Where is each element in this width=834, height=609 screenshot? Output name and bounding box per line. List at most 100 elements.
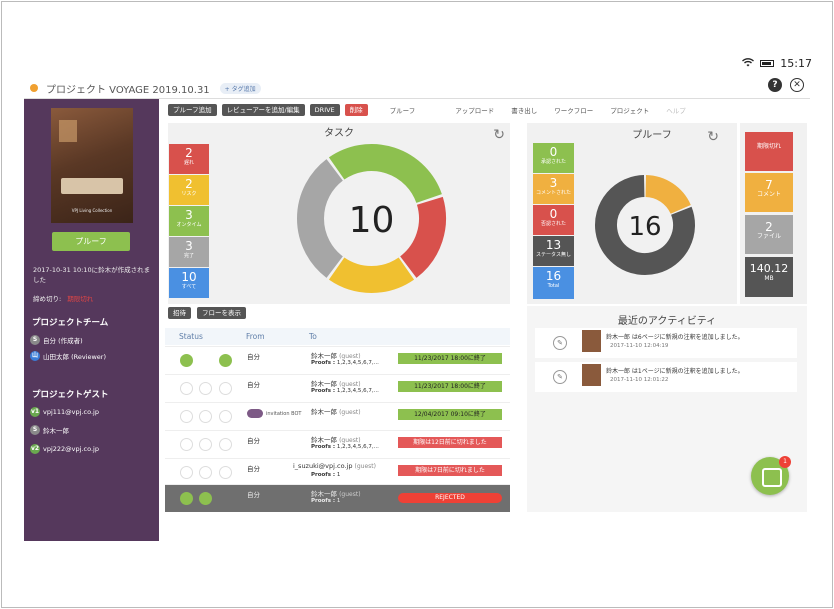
clock: 15:17	[780, 57, 812, 70]
chat-badge: 1	[779, 456, 791, 468]
column-status: Status	[179, 332, 203, 341]
refresh-icon[interactable]: ↻	[707, 129, 719, 145]
avatar: S	[30, 335, 40, 345]
activity-title: 最近のアクティビティ	[617, 316, 717, 327]
table-row[interactable]: 自分 i_suzuki@vpj.co.jp (guest) Proofs : 1…	[165, 458, 510, 485]
edit-icon	[199, 466, 212, 479]
menu-upload[interactable]: アップロード	[455, 105, 494, 115]
cover-caption: VPJ Living Collection	[71, 208, 113, 213]
task-stat-ontime[interactable]: 3 オンタイム	[169, 206, 209, 236]
table-header: Status From To	[165, 328, 510, 345]
table-row[interactable]: 自分 鈴木一郎 (guest) Proofs : 1,2,3,4,5,6,7,.…	[165, 374, 510, 401]
member-name: vpj111@vpj.co.jp	[43, 408, 99, 416]
activity-item[interactable]: ✎ 鈴木一郎 は1ページに新規の注釈を追加しました。 2017-11-10 12…	[535, 362, 797, 392]
add-proof-button[interactable]: プルーフ追加	[168, 104, 217, 116]
proof-stat-commented[interactable]: 3 コメントされた	[533, 174, 574, 204]
task-donut-segment-0	[328, 144, 442, 204]
task-donut-segment-3	[297, 159, 344, 278]
member-name: vpj222@vpj.co.jp	[43, 445, 99, 453]
side-stat-expired[interactable]: 期限切れ	[745, 132, 793, 171]
task-donut-chart: 10	[297, 144, 446, 293]
proof-stat-rejected[interactable]: 0 否認された	[533, 205, 574, 235]
avatar: S	[30, 425, 40, 435]
project-status-dot	[30, 84, 38, 92]
toolbar: プルーフ追加 レビューアーを追加/編集 DRIVE 削除 プルーフ アップロード…	[168, 103, 806, 117]
activity-time: 2017-11-10 12:01:22	[610, 377, 669, 383]
menu-export[interactable]: 書き出し	[511, 105, 537, 115]
team-member[interactable]: 山 山田太郎 (Reviewer)	[30, 351, 106, 361]
reviewers-table: Status From To 自分 鈴木一郎 (guest) Proofs : …	[165, 328, 510, 512]
refresh-icon[interactable]: ↻	[493, 127, 505, 143]
proofs: Proofs : 1,2,3,4,5,6,7,...	[311, 444, 379, 450]
status-badge: REJECTED	[398, 493, 502, 503]
from: 自分	[247, 465, 260, 473]
task-stat-done[interactable]: 3 完了	[169, 237, 209, 267]
table-row[interactable]: invitation BOT 鈴木一郎 (guest) 12/04/2017 0…	[165, 402, 510, 429]
menu-workflow[interactable]: ワークフロー	[554, 105, 593, 115]
column-to: To	[309, 332, 317, 341]
mail-icon[interactable]	[180, 354, 193, 367]
tag-add-button[interactable]: + タグ追加	[219, 82, 261, 94]
task-stat-late[interactable]: 2 遅れ	[169, 144, 209, 174]
help-icon[interactable]: ?	[768, 78, 782, 92]
project-title: プロジェクト VOYAGE 2019.10.31	[46, 84, 210, 96]
activity-text: 鈴木一郎 は1ページに新規の注釈を追加しました。	[606, 368, 744, 375]
proof-stat-total[interactable]: 16 Total	[533, 267, 574, 299]
status-badge: 期限は12日前に切れました	[398, 437, 502, 448]
show-flow-button[interactable]: フローを表示	[197, 307, 246, 319]
proof-panel: プルーフ ↻ 0 承認された 3 コメントされた 0 否認された 13 ステータス無し …	[527, 123, 737, 304]
edit-icon	[199, 438, 212, 451]
proofs: Proofs : 1,2,3,4,5,6,7,...	[311, 360, 379, 366]
edit-icon	[199, 354, 212, 367]
task-total: 10	[349, 200, 395, 241]
side-stat-files[interactable]: 2 ファイル	[745, 215, 793, 254]
guest-member[interactable]: S 鈴木一郎	[30, 425, 69, 435]
invite-button[interactable]: 招待	[168, 307, 191, 319]
task-stat-risk[interactable]: 2 リスク	[169, 175, 209, 205]
to: i_suzuki@vpj.co.jp (guest)	[293, 462, 376, 470]
team-member[interactable]: S 自分 (作成者)	[30, 335, 83, 345]
from: 自分	[247, 437, 260, 445]
table-row[interactable]: 自分 鈴木一郎 (guest) Proofs : 1 REJECTED	[165, 484, 510, 512]
menu-proof[interactable]: プルーフ	[390, 105, 416, 115]
from: 自分	[247, 381, 260, 389]
activity-item[interactable]: ✎ 鈴木一郎 は6ページに新規の注釈を追加しました。 2017-11-10 12…	[535, 328, 797, 358]
delete-button[interactable]: 削除	[344, 104, 368, 116]
edit-icon	[199, 382, 212, 395]
close-icon[interactable]: ✕	[790, 78, 804, 92]
to: 鈴木一郎 (guest)	[311, 352, 361, 360]
edit-icon	[199, 410, 212, 423]
proof-thumbnail	[582, 364, 601, 386]
guest-member[interactable]: v2 vpj222@vpj.co.jp	[30, 444, 99, 454]
table-row[interactable]: 自分 鈴木一郎 (guest) Proofs : 1,2,3,4,5,6,7,.…	[165, 346, 510, 373]
side-stats-panel: 期限切れ 7 コメント 2 ファイル 140.12 MB	[740, 123, 807, 304]
member-name: 鈴木一郎	[43, 427, 69, 435]
proof-stat-nostatus[interactable]: 13 ステータス無し	[533, 236, 574, 266]
proof-cover-thumbnail[interactable]: VPJ Living Collection	[51, 108, 133, 223]
invitation-bot: invitation BOT	[247, 409, 301, 418]
add-reviewer-button[interactable]: レビューアーを追加/編集	[221, 104, 305, 116]
member-name: 自分 (作成者)	[43, 337, 83, 345]
to: 鈴木一郎 (guest)	[311, 436, 361, 444]
task-stat-all[interactable]: 10 すべて	[169, 268, 209, 298]
mail-icon	[180, 492, 193, 505]
to: 鈴木一郎 (guest)	[311, 408, 361, 416]
from: 自分	[247, 353, 260, 361]
open-proof-button[interactable]: プルーフ	[52, 232, 130, 251]
proof-thumbnail	[582, 330, 601, 352]
task-donut-segment-2	[328, 257, 415, 293]
menu-project[interactable]: プロジェクト	[610, 105, 649, 115]
proofs: Proofs : 1	[311, 498, 341, 504]
proof-donut-segment-0	[644, 175, 691, 215]
folder-icon	[219, 410, 232, 423]
drive-button[interactable]: DRIVE	[309, 104, 340, 116]
proof-stat-approved[interactable]: 0 承認された	[533, 143, 574, 173]
guest-member[interactable]: v1 vpj111@vpj.co.jp	[30, 407, 99, 417]
bot-icon	[247, 409, 263, 418]
table-row[interactable]: 自分 鈴木一郎 (guest) Proofs : 1,2,3,4,5,6,7,.…	[165, 430, 510, 457]
deadline: 締め切り: 期限切れ	[33, 293, 93, 303]
menu-help[interactable]: ヘルプ	[666, 105, 686, 115]
side-stat-comments[interactable]: 7 コメント	[745, 173, 793, 212]
folder-icon[interactable]	[219, 354, 232, 367]
deadline-label: 締め切り:	[33, 295, 62, 303]
